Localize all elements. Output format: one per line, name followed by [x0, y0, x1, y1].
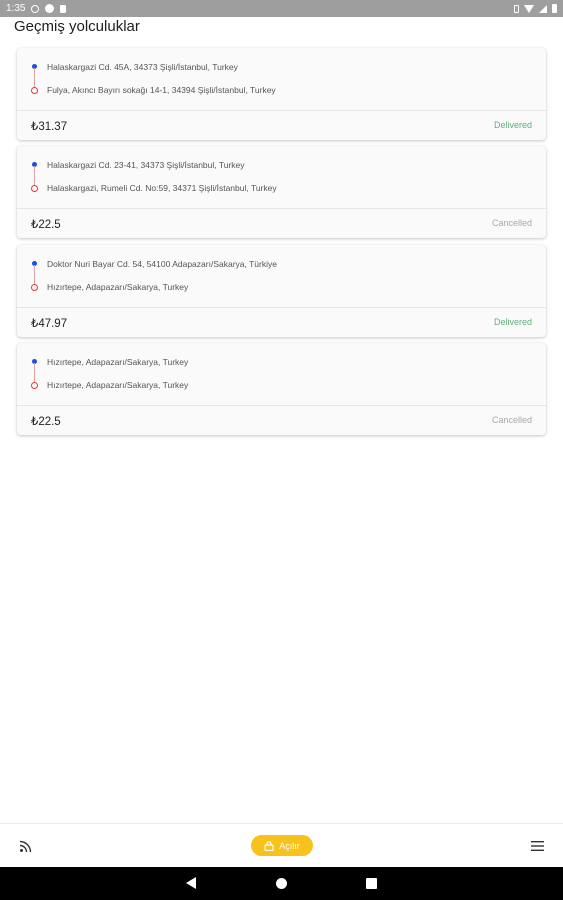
system-navigation-bar — [0, 867, 563, 900]
destination-address: Fulya, Akıncı Bayırı sokağı 14-1, 34394 … — [47, 85, 276, 95]
trip-route: Doktor Nuri Bayar Cd. 54, 54100 Adapazar… — [17, 245, 546, 308]
trip-footer: ₺22.5 Cancelled — [17, 406, 546, 435]
destination-pin-icon — [31, 87, 38, 94]
status-time: 1:35 — [6, 3, 26, 14]
bottom-app-bar: Açılır — [0, 823, 563, 867]
screen: 1:35 Geçmiş yolculuklar Halaskargazi Cd.… — [0, 0, 563, 900]
lock-icon — [264, 840, 274, 851]
open-button[interactable]: Açılır — [251, 835, 313, 856]
origin-address: Halaskargazi Cd. 23-41, 34373 Şişli/İsta… — [47, 160, 245, 170]
page-title: Geçmiş yolculuklar — [14, 18, 140, 35]
trip-price: ₺47.97 — [31, 318, 68, 330]
feed-icon[interactable] — [19, 839, 33, 853]
destination-address: Hızırtepe, Adapazarı/Sakarya, Turkey — [47, 380, 189, 390]
trip-price: ₺31.37 — [31, 121, 68, 133]
destination-pin-icon — [31, 185, 38, 192]
destination-pin-icon — [31, 284, 38, 291]
trip-status: Delivered — [493, 120, 532, 130]
signal-icon — [539, 4, 547, 13]
destination-address: Halaskargazi, Rumeli Cd. No:59, 34371 Şi… — [47, 183, 277, 193]
trip-card[interactable]: Halaskargazi Cd. 45A, 34373 Şişli/İstanb… — [17, 48, 546, 140]
trip-footer: ₺31.37 Delivered — [17, 111, 546, 140]
destination-pin-icon — [31, 382, 38, 389]
trip-status: Cancelled — [491, 415, 532, 425]
back-icon[interactable] — [186, 877, 196, 889]
status-bar: 1:35 — [0, 0, 563, 17]
trip-status: Delivered — [493, 317, 532, 327]
trip-price: ₺22.5 — [31, 219, 61, 231]
sync-icon — [31, 4, 40, 13]
route-line — [34, 265, 35, 285]
open-button-label: Açılır — [279, 840, 300, 851]
trip-footer: ₺47.97 Delivered — [17, 308, 546, 337]
trip-route: Halaskargazi Cd. 23-41, 34373 Şişli/İsta… — [17, 146, 546, 209]
destination-address: Hızırtepe, Adapazarı/Sakarya, Turkey — [47, 282, 189, 292]
menu-icon[interactable] — [531, 840, 544, 852]
recents-icon[interactable] — [366, 878, 377, 889]
home-icon[interactable] — [276, 878, 287, 889]
trip-status: Cancelled — [491, 218, 532, 228]
trip-card[interactable]: Doktor Nuri Bayar Cd. 54, 54100 Adapazar… — [17, 245, 546, 337]
route-line — [34, 68, 35, 88]
trip-card[interactable]: Hızırtepe, Adapazarı/Sakarya, Turkey Hız… — [17, 343, 546, 435]
origin-address: Halaskargazi Cd. 45A, 34373 Şişli/İstanb… — [47, 62, 238, 72]
trip-footer: ₺22.5 Cancelled — [17, 209, 546, 238]
battery-icon — [552, 4, 557, 13]
origin-address: Hızırtepe, Adapazarı/Sakarya, Turkey — [47, 357, 189, 367]
origin-address: Doktor Nuri Bayar Cd. 54, 54100 Adapazar… — [47, 259, 277, 269]
app-notification-icon — [45, 4, 55, 13]
trip-price: ₺22.5 — [31, 416, 61, 428]
route-line — [34, 166, 35, 186]
wifi-icon — [524, 4, 534, 13]
route-line — [34, 363, 35, 383]
trip-card[interactable]: Halaskargazi Cd. 23-41, 34373 Şişli/İsta… — [17, 146, 546, 238]
vibrate-icon — [514, 4, 519, 13]
trip-route: Hızırtepe, Adapazarı/Sakarya, Turkey Hız… — [17, 343, 546, 406]
trip-route: Halaskargazi Cd. 45A, 34373 Şişli/İstanb… — [17, 48, 546, 111]
clipboard-icon — [60, 4, 67, 13]
